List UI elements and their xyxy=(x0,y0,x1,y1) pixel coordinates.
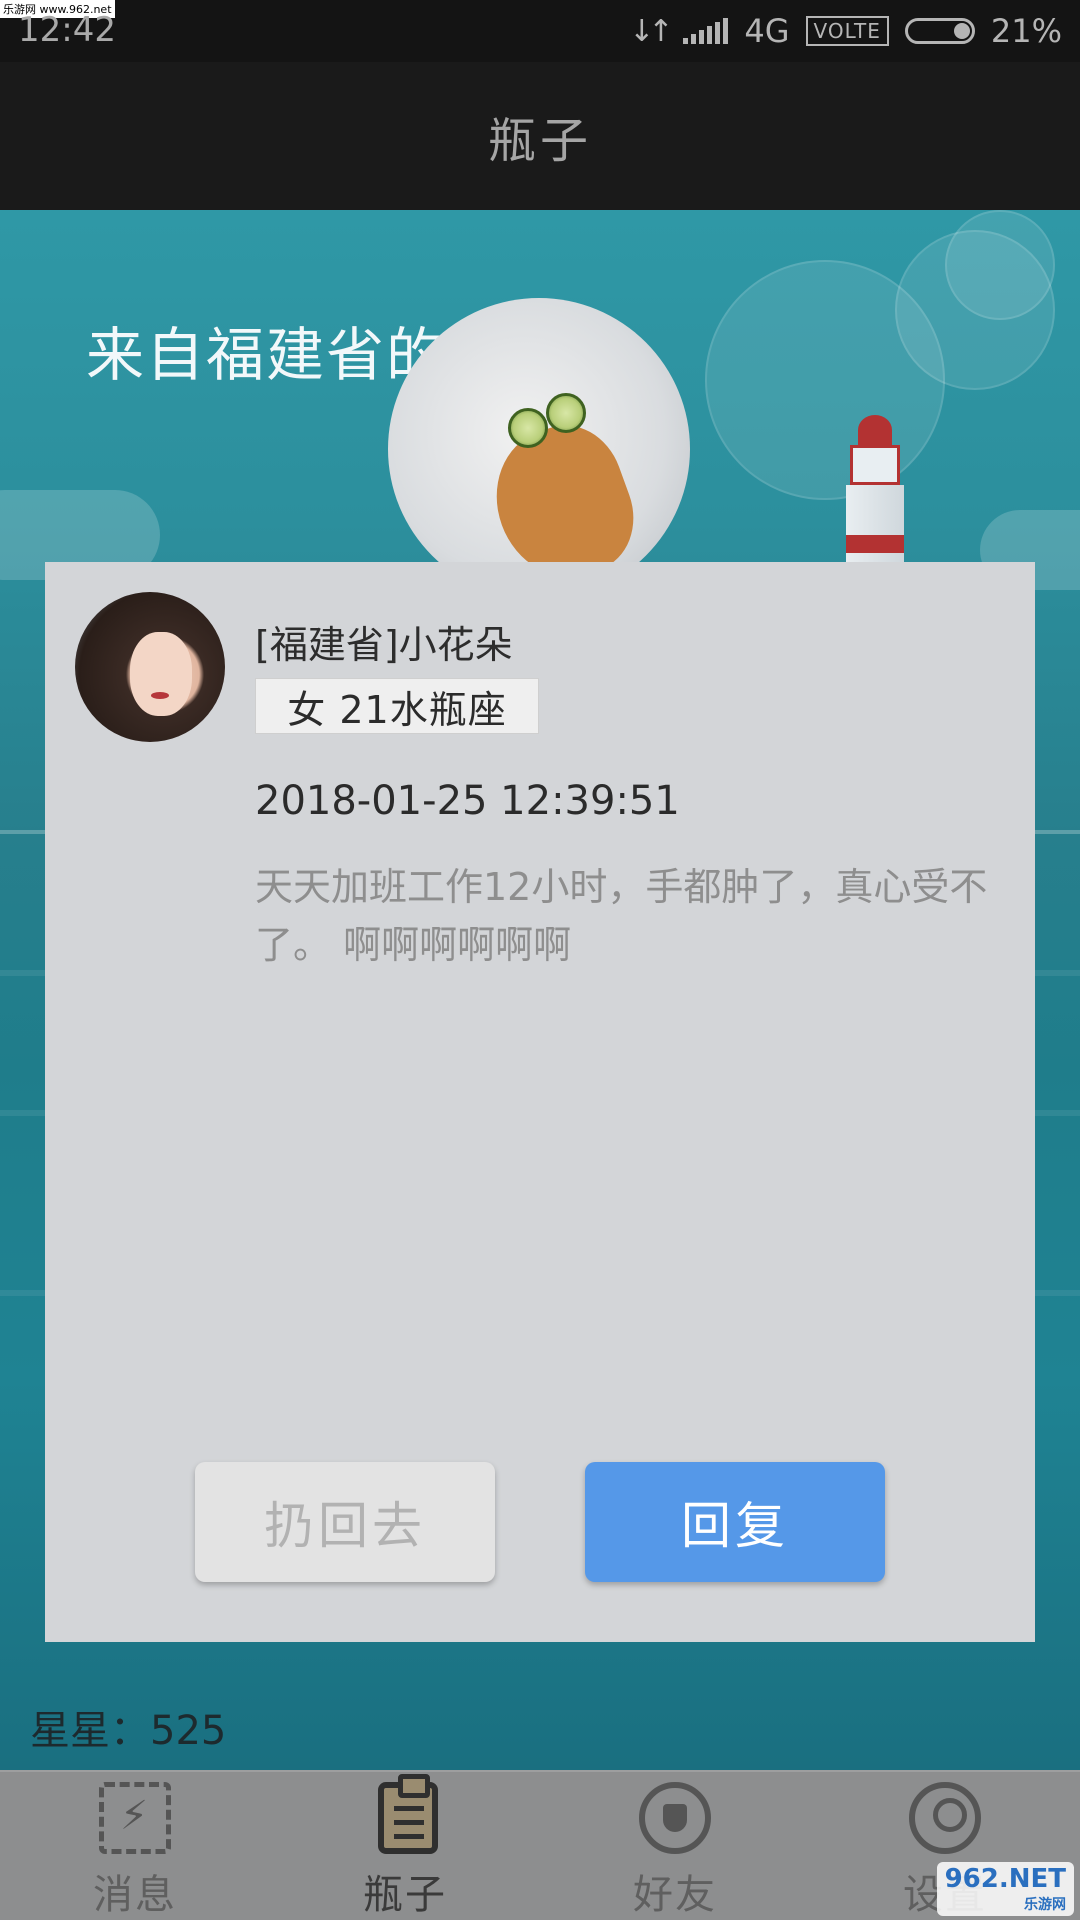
nav-label: 瓶子 xyxy=(363,1872,447,1918)
cucumber-icon xyxy=(508,408,548,448)
plug-icon xyxy=(639,1782,711,1854)
bottle-photo xyxy=(388,298,690,600)
title-bar: 瓶子 xyxy=(0,62,1080,210)
status-time: 12:42 xyxy=(18,10,116,50)
message-text: 天天加班工作12小时，手都肿了，真心受不了。 啊啊啊啊啊啊 xyxy=(255,865,988,967)
bottom-nav: 消息 瓶子 好友 设置 xyxy=(0,1770,1080,1920)
nav-label: 消息 xyxy=(93,1872,177,1918)
cucumber-icon xyxy=(546,393,586,433)
throw-back-button[interactable]: 扔回去 xyxy=(195,1462,495,1582)
nav-item-messages[interactable]: 消息 xyxy=(0,1772,270,1920)
sender-avatar[interactable] xyxy=(75,592,225,742)
sender-name: [福建省]小花朵 xyxy=(255,623,513,667)
battery-percent: 21% xyxy=(990,12,1062,50)
page-title: 瓶子 xyxy=(487,113,592,169)
reply-button[interactable]: 回复 xyxy=(585,1462,885,1582)
bottle-dialog: [福建省]小花朵 女 21水瓶座 2018-01-25 12:39:51 天天加… xyxy=(45,562,1035,1642)
nav-item-bottles[interactable]: 瓶子 xyxy=(270,1772,540,1920)
lightning-icon xyxy=(99,1782,171,1854)
volte-badge: VOLTE xyxy=(805,16,889,46)
data-transfer-icon: ↓↑ xyxy=(629,13,673,49)
nav-label: 好友 xyxy=(633,1872,717,1918)
clipboard-icon xyxy=(378,1774,438,1854)
watermark-sub: 乐游网 xyxy=(1024,1897,1066,1913)
battery-icon xyxy=(904,18,975,44)
sender-tag: 女 21水瓶座 xyxy=(255,678,539,734)
status-bar: 乐游网 www.962.net 12:42 ↓↑ 4G VOLTE 21% xyxy=(0,0,1080,62)
user-icon xyxy=(909,1782,981,1854)
watermark-main: 962.NET xyxy=(944,1864,1066,1894)
stars-count: 星星：525 xyxy=(30,1708,227,1754)
signal-icon xyxy=(683,18,729,44)
bubble-decoration xyxy=(945,210,1055,320)
message-timestamp: 2018-01-25 12:39:51 xyxy=(255,778,680,824)
network-type: 4G xyxy=(744,12,790,50)
status-indicators: ↓↑ 4G VOLTE 21% xyxy=(629,12,1062,50)
nav-item-friends[interactable]: 好友 xyxy=(540,1772,810,1920)
watermark-logo: 962.NET 乐游网 xyxy=(936,1862,1074,1916)
